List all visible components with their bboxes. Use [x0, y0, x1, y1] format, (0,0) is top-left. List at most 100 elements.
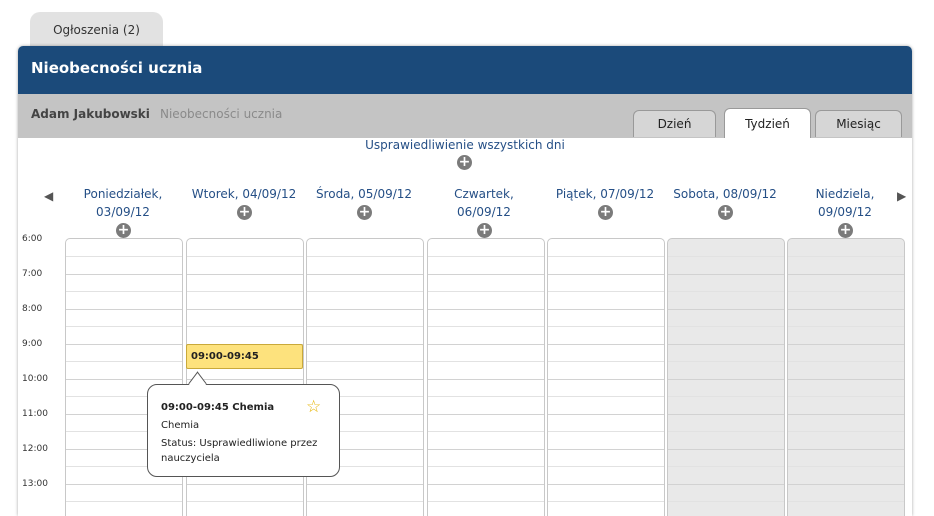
grid-line: [66, 273, 182, 275]
grid-line: [788, 396, 904, 397]
grid-line: [668, 431, 784, 432]
grid-line: [548, 413, 664, 415]
time-label: 12:00: [22, 444, 48, 454]
justify-all-link[interactable]: Usprawiedliwienie wszystkich dni: [18, 138, 912, 152]
grid-line: [307, 378, 423, 380]
add-thursday-plus-icon[interactable]: +: [477, 223, 492, 238]
grid-line: [668, 466, 784, 467]
grid-line: [668, 501, 784, 502]
grid-line: [788, 256, 904, 257]
grid-line: [307, 501, 423, 502]
absence-event[interactable]: 09:00-09:45: [186, 344, 303, 369]
grid-line: [788, 326, 904, 327]
grid-line: [187, 501, 303, 502]
grid-line: [187, 378, 303, 380]
day-header-line: Sobota, 08/09/12: [673, 187, 777, 201]
day-column-thursday[interactable]: [427, 238, 545, 516]
day-header-thursday[interactable]: Czwartek, 06/09/12: [424, 185, 544, 221]
grid-line: [428, 501, 544, 502]
grid-line: [428, 273, 544, 275]
day-header-wednesday[interactable]: Środa, 05/09/12: [304, 185, 424, 203]
day-header-friday[interactable]: Piątek, 07/09/12: [545, 185, 665, 203]
add-monday-plus-icon[interactable]: +: [116, 223, 131, 238]
grid-line: [307, 343, 423, 345]
grid-line: [548, 466, 664, 467]
grid-line: [668, 483, 784, 485]
day-header-line: Wtorek, 04/09/12: [191, 187, 297, 201]
grid-line: [428, 308, 544, 310]
day-header-tuesday[interactable]: Wtorek, 04/09/12: [184, 185, 304, 203]
grid-line: [428, 361, 544, 362]
time-label: 11:00: [22, 409, 48, 419]
grid-line: [788, 308, 904, 310]
grid-line: [548, 326, 664, 327]
add-all-days-plus-icon[interactable]: +: [457, 155, 472, 170]
grid-line: [428, 326, 544, 327]
tab-month[interactable]: Miesiąc: [815, 110, 902, 137]
grid-line: [307, 291, 423, 292]
grid-line: [428, 291, 544, 292]
breadcrumb-student[interactable]: Adam Jakubowski: [31, 107, 150, 121]
day-header-line: Środa, 05/09/12: [315, 187, 413, 201]
time-label: 9:00: [22, 339, 43, 349]
grid-line: [548, 378, 664, 380]
grid-line: [668, 308, 784, 310]
grid-line: [788, 361, 904, 362]
grid-line: [307, 326, 423, 327]
grid-line: [548, 361, 664, 362]
add-saturday-plus-icon[interactable]: +: [718, 205, 733, 220]
grid-line: [428, 483, 544, 485]
grid-line: [548, 501, 664, 502]
grid-line: [668, 378, 784, 380]
day-column-friday[interactable]: [547, 238, 665, 516]
grid-line: [66, 501, 182, 502]
grid-line: [428, 396, 544, 397]
tab-day[interactable]: Dzień: [633, 110, 716, 137]
day-column-sunday[interactable]: [787, 238, 905, 516]
grid-line: [66, 326, 182, 327]
time-label: 8:00: [22, 304, 43, 314]
grid-line: [668, 361, 784, 362]
grid-line: [428, 378, 544, 380]
popup-status: Status: Usprawiedliwione przez nauczycie…: [161, 438, 318, 464]
day-header-saturday[interactable]: Sobota, 08/09/12: [665, 185, 785, 203]
popup-title: 09:00-09:45 Chemia: [161, 402, 275, 413]
grid-line: [307, 273, 423, 275]
grid-line: [66, 483, 182, 485]
day-header-line: Poniedziałek,: [83, 187, 163, 201]
grid-line: [187, 308, 303, 310]
tab-week[interactable]: Tydzień: [724, 108, 811, 138]
grid-line: [548, 448, 664, 450]
grid-line: [548, 431, 664, 432]
grid-line: [788, 448, 904, 450]
grid-line: [307, 361, 423, 362]
grid-line: [788, 378, 904, 380]
prev-week-arrow-icon[interactable]: ◀: [44, 189, 53, 203]
add-tuesday-plus-icon[interactable]: +: [237, 205, 252, 220]
grid-line: [428, 343, 544, 345]
announcements-tab[interactable]: Ogłoszenia (2): [30, 12, 163, 48]
grid-line: [548, 308, 664, 310]
grid-line: [187, 326, 303, 327]
grid-line: [788, 466, 904, 467]
add-wednesday-plus-icon[interactable]: +: [357, 205, 372, 220]
day-header-line: Niedziela,: [815, 187, 875, 201]
event-details-popup: 09:00-09:45 Chemia ☆ Chemia Status: Uspr…: [147, 371, 340, 477]
day-column-saturday[interactable]: [667, 238, 785, 516]
grid-line: [187, 483, 303, 485]
add-friday-plus-icon[interactable]: +: [598, 205, 613, 220]
panel-title: Nieobecności ucznia: [31, 59, 203, 77]
day-header-monday[interactable]: Poniedziałek, 03/09/12: [63, 185, 183, 221]
grid-line: [788, 501, 904, 502]
grid-line: [428, 431, 544, 432]
day-header-line: 03/09/12: [96, 205, 150, 219]
grid-line: [668, 273, 784, 275]
grid-line: [187, 273, 303, 275]
star-icon[interactable]: ☆: [306, 397, 321, 417]
grid-line: [66, 308, 182, 310]
grid-line: [788, 483, 904, 485]
add-sunday-plus-icon[interactable]: +: [838, 223, 853, 238]
grid-line: [668, 256, 784, 257]
day-header-sunday[interactable]: Niedziela, 09/09/12: [785, 185, 905, 221]
grid-line: [187, 291, 303, 292]
